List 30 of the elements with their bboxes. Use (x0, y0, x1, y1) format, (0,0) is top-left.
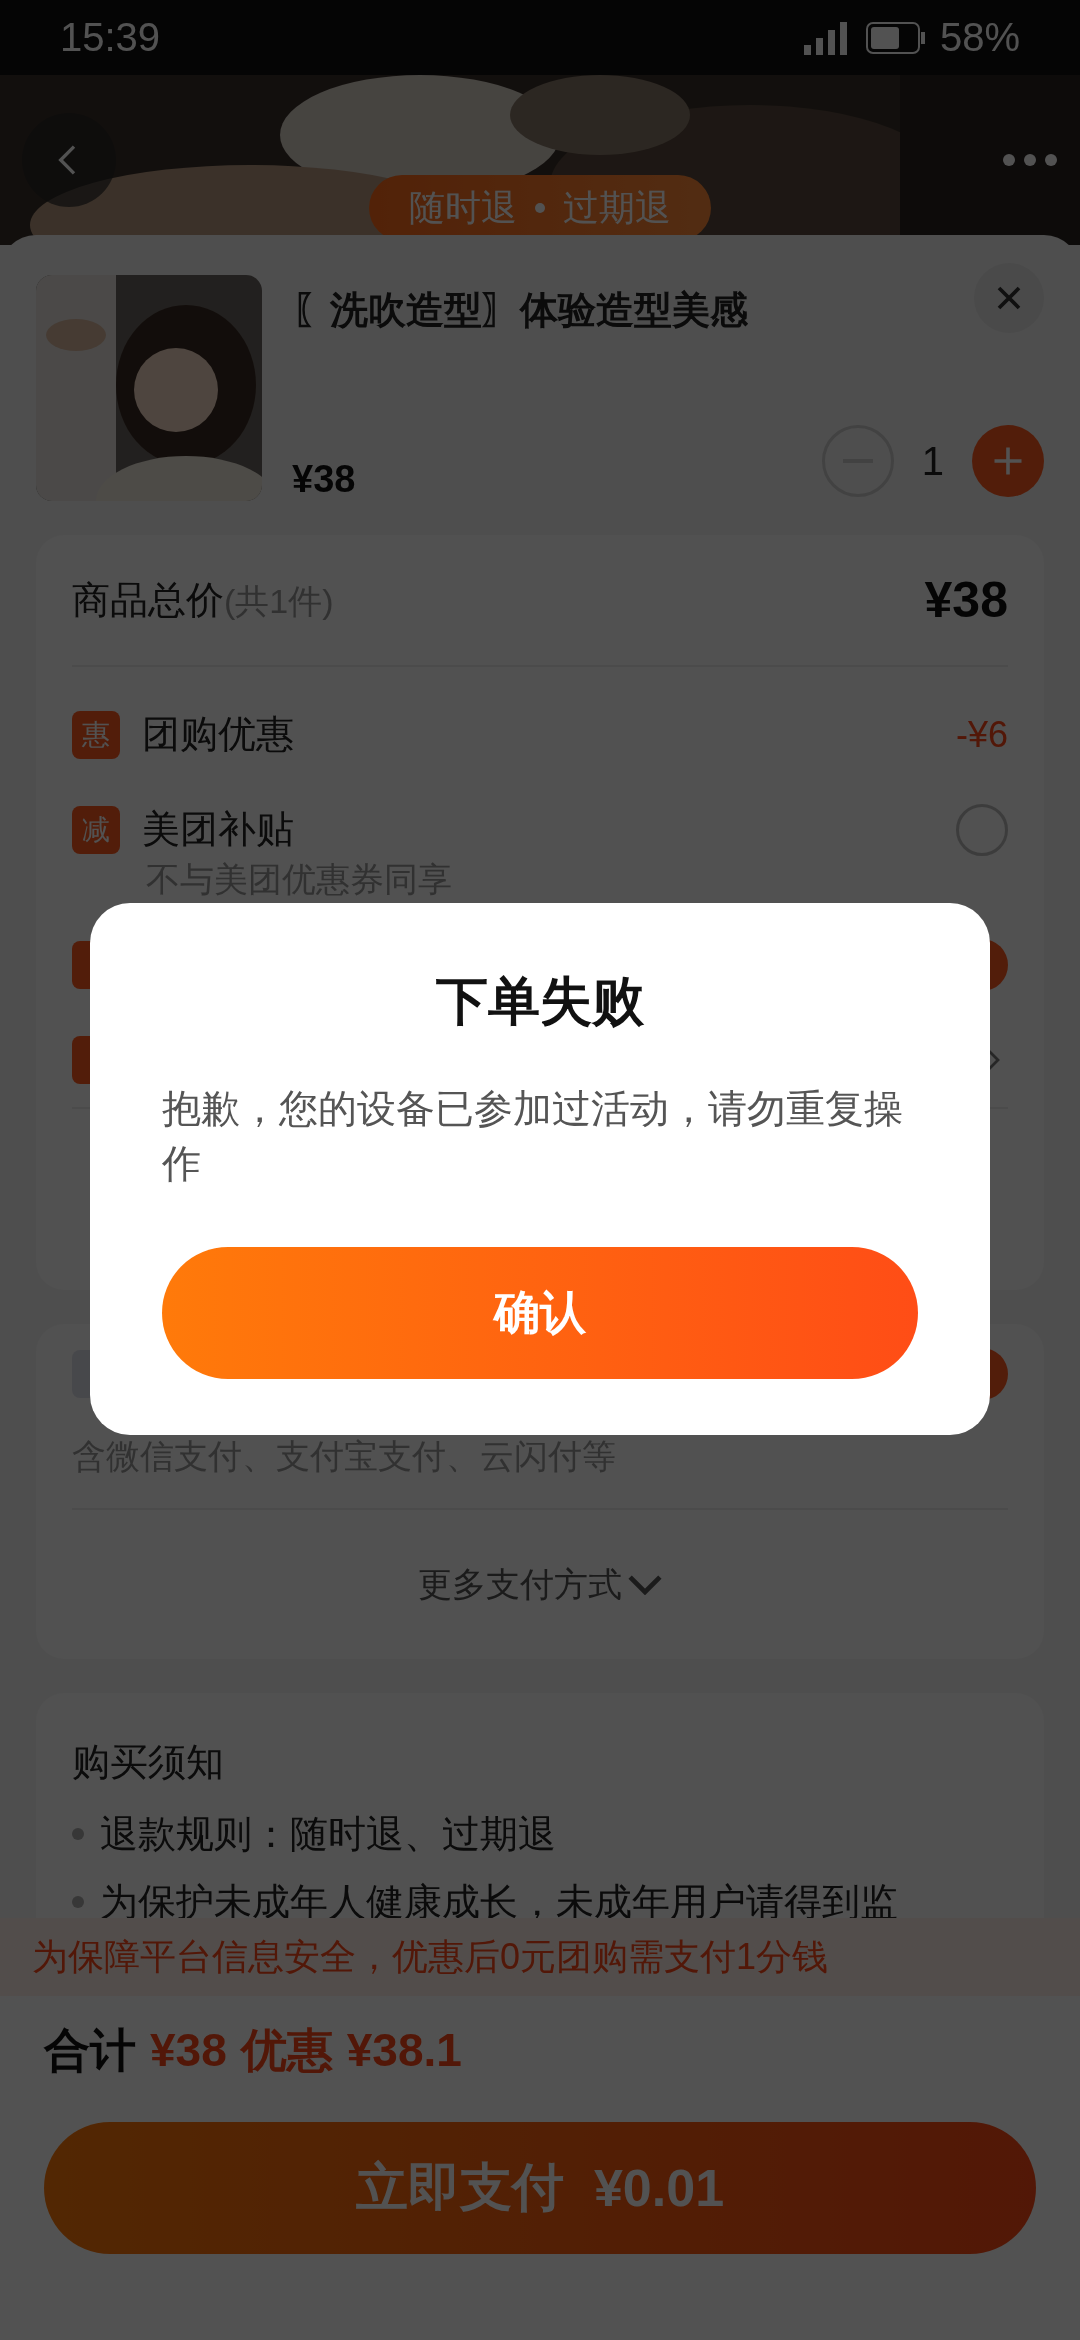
notice-item: 退款规则：随时退、过期退 (100, 1811, 556, 1857)
quantity-value: 1 (921, 438, 944, 484)
confirm-button[interactable]: 确认 (162, 1247, 918, 1379)
more-icon[interactable] (1002, 153, 1058, 167)
dialog-message: 抱歉，您的设备已参加过活动，请勿重复操作 (162, 1086, 904, 1187)
total-amount: ¥38 (150, 2023, 227, 2077)
discount-badge: 惠 (72, 710, 120, 759)
dialog-title: 下单失败 (436, 971, 644, 1032)
policy-tag: 过期退 (563, 183, 671, 233)
bullet-icon (72, 1896, 84, 1908)
discount-amount: ¥38.1 (346, 2023, 462, 2077)
pay-button[interactable]: 立即支付 ¥0.01 (44, 2122, 1036, 2254)
discount-label: 美团补贴 (142, 807, 294, 852)
status-time: 15:39 (60, 15, 161, 60)
notice-title: 购买须知 (72, 1740, 225, 1785)
discount-badge: 减 (72, 805, 120, 854)
product-title: 〖洗吹造型〗体验造型美感 (292, 288, 749, 333)
chevron-down-icon (628, 1574, 662, 1595)
total-price: ¥38 (924, 571, 1008, 629)
separator-dot (535, 203, 545, 213)
battery-icon (865, 21, 926, 54)
battery-level: 58% (939, 15, 1020, 60)
total-label: 合计 (44, 2023, 136, 2078)
discount-label: 优惠 (240, 2023, 333, 2078)
policy-tag: 随时退 (409, 183, 517, 233)
info-banner: 为保障平台信息安全，优惠后0元团购需支付1分钱 (0, 1918, 1080, 1996)
discount-label: 团购优惠 (142, 712, 294, 757)
discount-amount: -¥6 (955, 713, 1008, 756)
product-price: ¥38 (292, 458, 356, 501)
bullet-icon (72, 1828, 84, 1840)
